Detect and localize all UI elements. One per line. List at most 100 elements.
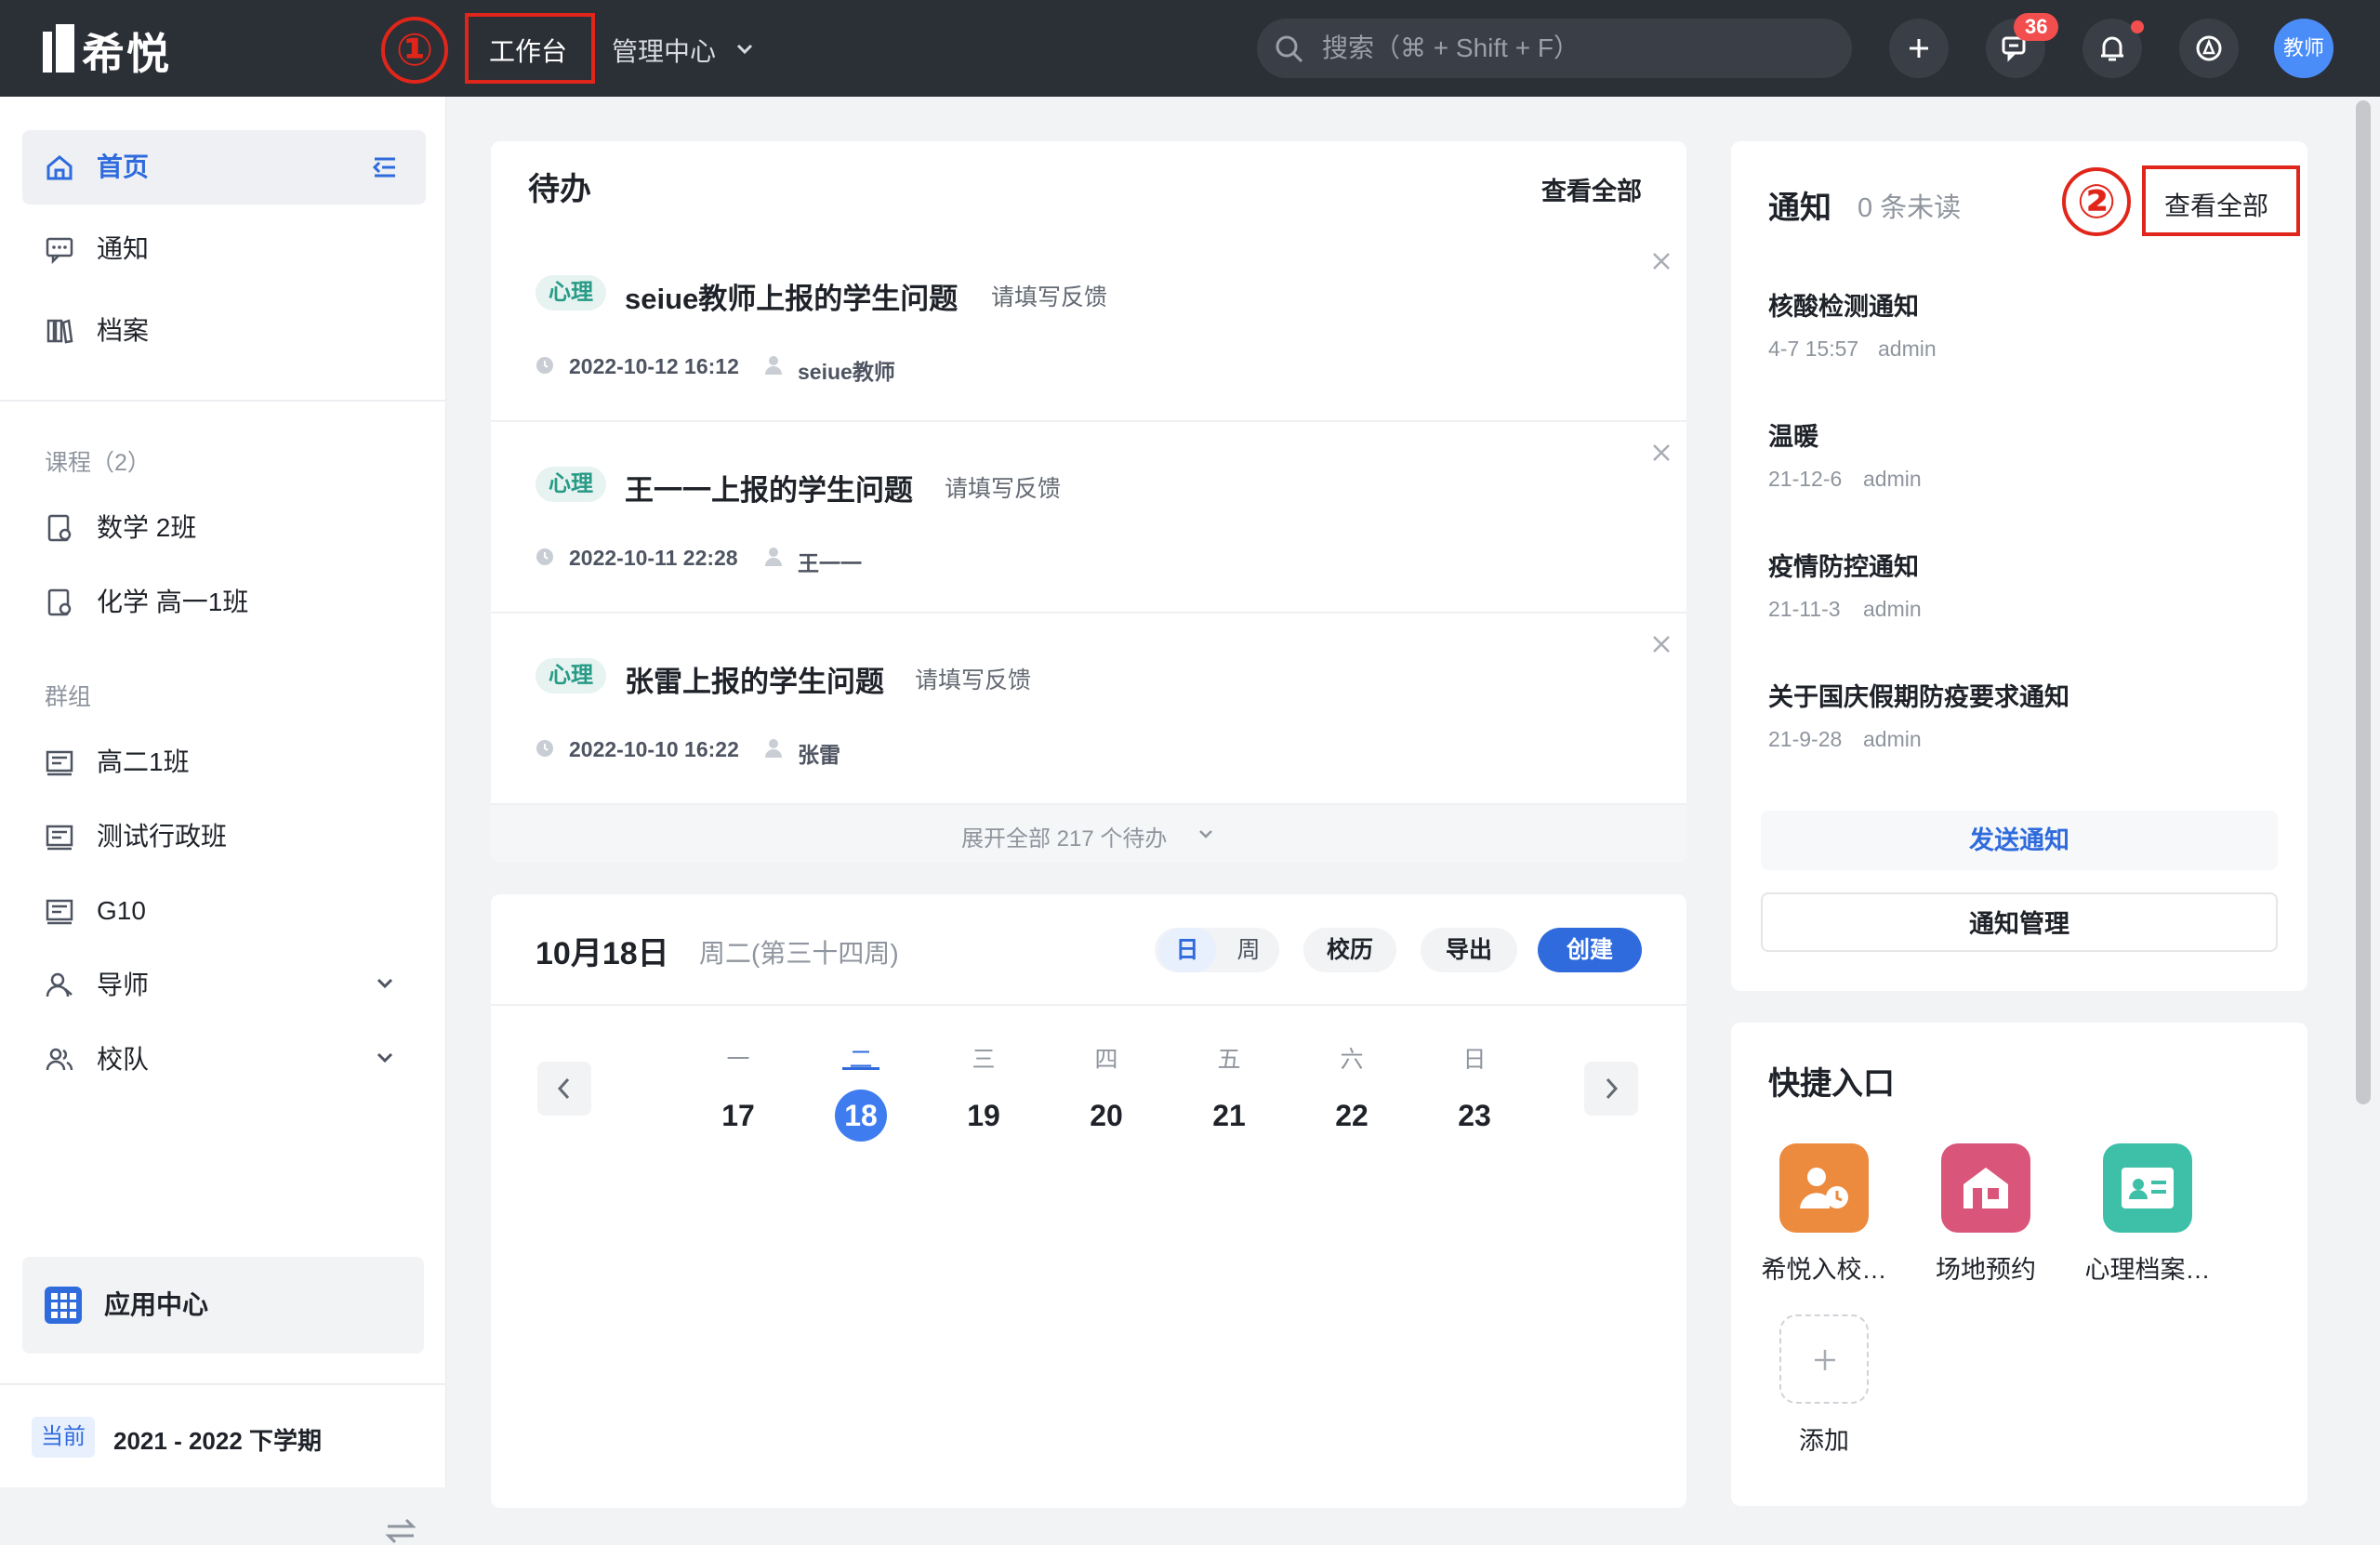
sidebar-item-mentor[interactable]: 导师	[22, 948, 426, 1023]
todo-tag: 心理	[536, 658, 606, 693]
todo-item-user: 王一一	[798, 551, 862, 575]
tab-workbench[interactable]: 工作台	[489, 32, 567, 69]
chevron-down-icon[interactable]	[374, 972, 396, 995]
create-button[interactable]: 创建	[1538, 928, 1642, 972]
psych-records-app-icon[interactable]	[2103, 1143, 2192, 1233]
calendar-weekday: 周二(第三十四周)	[699, 939, 899, 968]
search-input[interactable]: 搜索（⌘ + Shift + F）	[1257, 19, 1852, 78]
calendar-day[interactable]: 19	[956, 1099, 1012, 1133]
calendar-day[interactable]: 17	[710, 1099, 766, 1133]
send-notice-button[interactable]: 发送通知	[1761, 811, 2278, 870]
todo-item[interactable]	[491, 422, 1686, 614]
add-button[interactable]	[1889, 19, 1949, 78]
tab-admin-center[interactable]: 管理中心	[612, 32, 716, 69]
notice-item-author: admin	[1863, 597, 1922, 621]
calendar-day[interactable]: 23	[1447, 1099, 1502, 1133]
previous-week-button[interactable]	[537, 1062, 591, 1116]
calendar-day[interactable]: 21	[1201, 1099, 1257, 1133]
todo-tag: 心理	[536, 275, 606, 310]
notice-item-title[interactable]: 关于国庆假期防疫要求通知	[1768, 677, 2069, 713]
sidebar-item-course[interactable]: 数学 2班	[22, 491, 426, 565]
close-icon[interactable]	[1651, 634, 1672, 654]
chevron-down-icon[interactable]	[374, 1047, 396, 1069]
quick-access-label[interactable]: 希悦入校…	[1740, 1249, 1908, 1286]
calendar-weekday-label: 六	[1340, 1047, 1364, 1073]
page-scrollbar[interactable]	[2356, 100, 2371, 1104]
add-shortcut-label[interactable]: 添加	[1740, 1420, 1908, 1457]
view-week-button[interactable]: 周	[1220, 928, 1277, 972]
chevron-down-icon[interactable]	[1197, 825, 1214, 842]
annotation-marker-2: ②	[2062, 167, 2131, 236]
notice-management-button[interactable]: 通知管理	[1761, 892, 2278, 952]
switch-term-icon[interactable]	[385, 1517, 416, 1545]
school-calendar-button[interactable]: 校历	[1303, 928, 1396, 972]
todo-expand-link[interactable]: 展开全部 217 个待办	[961, 820, 1167, 852]
sidebar-item-label: 化学 高一1班	[97, 588, 249, 616]
class-icon	[46, 899, 73, 925]
sidebar-item-course[interactable]: 化学 高一1班	[22, 565, 426, 640]
sidebar-item-notices[interactable]: 通知	[22, 212, 426, 286]
sidebar-item-label: 导师	[97, 971, 150, 999]
todo-item-user: 张雷	[798, 743, 840, 767]
sidebar-item-home[interactable]: 首页	[22, 130, 426, 205]
building-icon	[1964, 1168, 2008, 1208]
notice-item-title[interactable]: 温暖	[1768, 416, 1818, 453]
notice-item-title[interactable]: 疫情防控通知	[1768, 547, 1919, 583]
term-current-tag: 当前	[32, 1417, 95, 1458]
calendar-date: 10月18日	[536, 936, 669, 971]
calendar-day-selected[interactable]: 18	[833, 1099, 889, 1133]
next-week-button[interactable]	[1584, 1062, 1638, 1116]
sidebar-divider	[0, 400, 446, 402]
campus-entry-app-icon[interactable]	[1779, 1143, 1869, 1233]
sidebar-item-label: 高二1班	[97, 747, 190, 776]
todo-tag: 心理	[536, 467, 606, 502]
todo-item-title[interactable]: 张雷上报的学生问题	[625, 658, 884, 700]
sidebar-item-team[interactable]: 校队	[22, 1023, 426, 1097]
annotation-marker-1: ①	[381, 17, 448, 84]
calendar-day[interactable]: 22	[1324, 1099, 1380, 1133]
close-icon[interactable]	[1651, 442, 1672, 463]
quick-access-label[interactable]: 场地预约	[1902, 1249, 2069, 1286]
view-day-button[interactable]: 日	[1158, 928, 1216, 972]
sidebar-item-group[interactable]: 高二1班	[22, 725, 426, 799]
todo-item-title[interactable]: seiue教师上报的学生问题	[625, 275, 958, 317]
sidebar-item-group[interactable]: 测试行政班	[22, 799, 426, 874]
user-icon	[765, 356, 782, 375]
search-icon	[1276, 35, 1303, 63]
sidebar-item-group[interactable]: G10	[22, 874, 426, 948]
avatar[interactable]: 教师	[2274, 19, 2334, 78]
sidebar-item-label: 档案	[97, 316, 150, 345]
add-shortcut-button[interactable]	[1779, 1314, 1869, 1404]
bell-icon	[2101, 36, 2123, 61]
venue-booking-app-icon[interactable]	[1941, 1143, 2030, 1233]
user-clock-icon	[1800, 1168, 1848, 1208]
notices-view-all-link[interactable]: 查看全部	[2164, 186, 2268, 223]
sidebar-item-archive[interactable]: 档案	[22, 294, 426, 368]
todo-item-title[interactable]: 王一一上报的学生问题	[625, 467, 913, 508]
export-button[interactable]: 导出	[1421, 928, 1517, 972]
app-center-button[interactable]: 应用中心	[22, 1257, 424, 1354]
clock-icon	[536, 357, 553, 374]
user-icon	[765, 548, 782, 566]
todo-item[interactable]	[491, 231, 1686, 422]
notices-title: 通知	[1768, 191, 1831, 226]
chevron-down-icon[interactable]	[734, 39, 755, 59]
id-card-icon	[2122, 1168, 2174, 1208]
sidebar: 首页 通知 档案 课程（2） 数学 2班 化学 高一1班 群组 高二1班 测试行…	[0, 97, 446, 1544]
clock-icon	[536, 548, 553, 565]
close-icon[interactable]	[1651, 251, 1672, 271]
help-button[interactable]	[2179, 19, 2239, 78]
message-icon	[46, 237, 73, 264]
notice-item-title[interactable]: 核酸检测通知	[1768, 286, 1919, 323]
todo-view-all-link[interactable]: 查看全部	[1541, 171, 1642, 207]
todo-item[interactable]	[491, 614, 1686, 805]
course-icon	[47, 514, 72, 542]
plus-icon	[1815, 1350, 1835, 1370]
quick-access-label[interactable]: 心理档案…	[2064, 1249, 2231, 1286]
notification-dot	[2131, 20, 2144, 33]
collapse-sidebar-icon[interactable]	[372, 154, 398, 180]
todo-item-time: 2022-10-11 22:28	[569, 546, 738, 570]
calendar-weekday-label: 四	[1094, 1047, 1118, 1073]
today-underline	[842, 1067, 879, 1070]
calendar-day[interactable]: 20	[1078, 1099, 1134, 1133]
